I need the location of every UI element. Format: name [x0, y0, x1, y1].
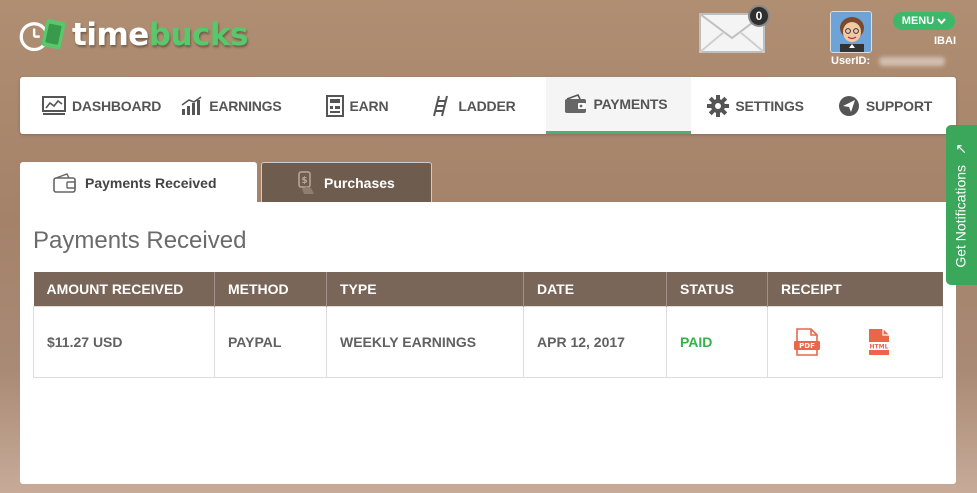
nav-earn[interactable]: EARN	[316, 77, 399, 134]
col-method: METHOD	[214, 272, 327, 306]
nav-support-label: SUPPORT	[865, 97, 933, 114]
get-notifications-tab[interactable]: Get Notifications ↗	[946, 125, 977, 285]
ladder-icon	[433, 95, 449, 116]
gear-icon	[707, 94, 730, 117]
nav-ladder[interactable]: LADDER	[420, 77, 525, 134]
svg-text:$: $	[301, 176, 307, 186]
timebucks-logo[interactable]: timebucks	[18, 10, 249, 60]
get-notifications-label: Get Notifications ↗	[953, 143, 970, 267]
col-amount-received: AMOUNT RECEIVED	[33, 272, 215, 306]
nav-dashboard[interactable]: DASHBOARD	[32, 77, 171, 134]
col-status: STATUS	[666, 272, 768, 306]
tab-purchases-label: Purchases	[324, 175, 395, 191]
earn-icon	[325, 94, 344, 117]
nav-payments[interactable]: PAYMENTS	[545, 77, 692, 134]
cell-receipt: PDF HTML	[767, 305, 943, 378]
clock-money-icon	[19, 19, 66, 52]
logo-wordmark: timebucks	[72, 17, 249, 53]
nav-payments-label: PAYMENTS	[593, 96, 668, 112]
html-receipt-icon[interactable]: HTML	[866, 328, 892, 356]
html-receipt-text: HTML	[870, 343, 889, 350]
wallet-icon	[564, 94, 586, 113]
external-link-icon: ↗	[953, 142, 969, 155]
earnings-icon	[181, 95, 202, 115]
support-icon	[838, 95, 859, 116]
purchase-hand-icon: $	[298, 171, 314, 194]
userid-label: UserID:	[831, 55, 871, 67]
nav-support[interactable]: SUPPORT	[828, 77, 942, 134]
cell-status: PAID	[666, 305, 768, 378]
col-type: TYPE	[326, 272, 524, 306]
tab-purchases[interactable]: $ Purchases	[261, 162, 432, 203]
nav-ladder-label: LADDER	[458, 97, 516, 114]
chevron-down-icon	[937, 17, 946, 25]
receipt-links: PDF HTML	[768, 327, 942, 356]
main-nav: DASHBOARD EARNINGS EARN LADDER PAYMENTS …	[20, 77, 956, 134]
cell-date: APR 12, 2017	[523, 305, 667, 378]
mail-badge: 0	[748, 5, 770, 27]
menu-button[interactable]: MENU	[893, 12, 955, 30]
page-title: Payments Received	[33, 227, 247, 254]
cell-amount: $11.27 USD	[33, 305, 215, 378]
payments-panel: Payments Received AMOUNT RECEIVED METHOD…	[20, 202, 956, 484]
nav-settings[interactable]: SETTINGS	[697, 77, 813, 134]
avatar[interactable]	[830, 11, 872, 53]
cell-method: PAYPAL	[214, 305, 327, 378]
tab-payments-received-label: Payments Received	[85, 174, 217, 191]
nav-earnings[interactable]: EARNINGS	[171, 77, 291, 134]
menu-label: MENU	[901, 15, 935, 27]
userid-value-redacted	[879, 57, 945, 66]
payments-table: AMOUNT RECEIVED METHOD TYPE DATE STATUS …	[33, 272, 943, 378]
get-notifications-text: Get Notifications	[953, 164, 969, 268]
table-row: $11.27 USD PAYPAL WEEKLY EARNINGS APR 12…	[33, 305, 943, 378]
tab-payments-received[interactable]: Payments Received	[20, 162, 257, 203]
table-header-row: AMOUNT RECEIVED METHOD TYPE DATE STATUS …	[33, 272, 943, 306]
col-date: DATE	[523, 272, 667, 306]
nav-earnings-label: EARNINGS	[209, 97, 282, 114]
dashboard-icon	[42, 95, 66, 115]
pdf-receipt-text: PDF	[799, 342, 815, 350]
wallet-icon	[53, 172, 76, 193]
nav-dashboard-label: DASHBOARD	[72, 97, 162, 114]
col-receipt: RECEIPT	[767, 272, 943, 306]
avatar-face-icon	[831, 12, 871, 52]
username: IBAI	[934, 35, 956, 47]
nav-earn-label: EARN	[349, 97, 389, 114]
cell-type: WEEKLY EARNINGS	[326, 305, 524, 378]
nav-settings-label: SETTINGS	[735, 97, 804, 114]
pdf-receipt-icon[interactable]: PDF	[794, 327, 820, 356]
